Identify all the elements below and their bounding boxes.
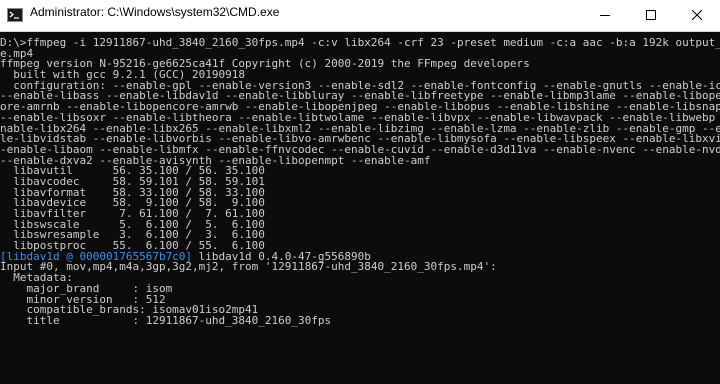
console-line: minor_version : 512 [0, 294, 166, 306]
console-line: compatible_brands: isomav01iso2mp41 [0, 305, 259, 316]
window-title: Administrator: C:\Windows\system32\CMD.e… [30, 5, 280, 19]
maximize-button[interactable] [628, 0, 674, 31]
console-line: nable-libx264 --enable-libx265 --enable-… [0, 123, 720, 135]
console-line: built with gcc 9.2.1 (GCC) 20190918 [0, 70, 246, 81]
minimize-button[interactable] [582, 0, 628, 31]
console-line: major_brand : isom [0, 283, 173, 295]
console-line: libavformat 58. 33.100 / 58. 33.100 [0, 187, 265, 199]
console-line: e.mp4 [0, 48, 34, 60]
console-line: --enable-libass --enable-libdav1d --enab… [0, 91, 720, 103]
decoder-log-line: [libdav1d @ 000001765567b7c0] libdav1d 0… [0, 252, 720, 263]
console-line: libpostproc 55. 6.100 / 55. 6.100 [0, 241, 265, 252]
console-line: title : 12911867-uhd_3840_2160_30fps [0, 315, 332, 327]
console-line: le-libvidstab --enable-libvorbis --enabl… [0, 134, 720, 145]
console-line: libavutil 56. 35.100 / 56. 35.100 [0, 166, 265, 177]
decoder-tag: [libdav1d @ 000001765567b7c0] [0, 251, 193, 263]
cmd-window: Administrator: C:\Windows\system32\CMD.e… [0, 0, 720, 384]
console-output[interactable]: D:\>ffmpeg -i 12911867-uhd_3840_2160_30f… [0, 32, 720, 384]
title-bar[interactable]: Administrator: C:\Windows\system32\CMD.e… [0, 0, 720, 32]
console-line: Input #0, mov,mp4,m4a,3gp,3g2,mj2, from … [0, 262, 497, 274]
console-line: libswresample 3. 6.100 / 3. 6.100 [0, 230, 265, 242]
console-line: libavfilter 7. 61.100 / 7. 61.100 [0, 209, 265, 220]
console-line: --enable-libsoxr --enable-libtheora --en… [0, 112, 720, 124]
console-line: D:\>ffmpeg -i 12911867-uhd_3840_2160_30f… [0, 38, 720, 49]
console-line: libavdevice 58. 9.100 / 58. 9.100 [0, 198, 265, 209]
console-line: libswscale 5. 6.100 / 5. 6.100 [0, 219, 265, 231]
console-line: ffmpeg version N-95216-ge6625ca41f Copyr… [0, 59, 530, 71]
console-line: Metadata: [0, 273, 73, 284]
console-line: -enable-libaom --enable-libmfx --enable-… [0, 144, 720, 156]
console-line: ore-amrnb --enable-libopencore-amrwb --e… [0, 102, 720, 113]
decoder-message: libdav1d 0.4.0-47-g556890b [192, 251, 371, 263]
cmd-icon [7, 8, 23, 22]
console-line: libavcodec 58. 59.101 / 58. 59.101 [0, 176, 265, 188]
console-line: --enable-dxva2 --enable-avisynth --enabl… [0, 155, 431, 167]
close-button[interactable] [674, 0, 720, 31]
console-line: configuration: --enable-gpl --enable-ver… [0, 80, 720, 92]
